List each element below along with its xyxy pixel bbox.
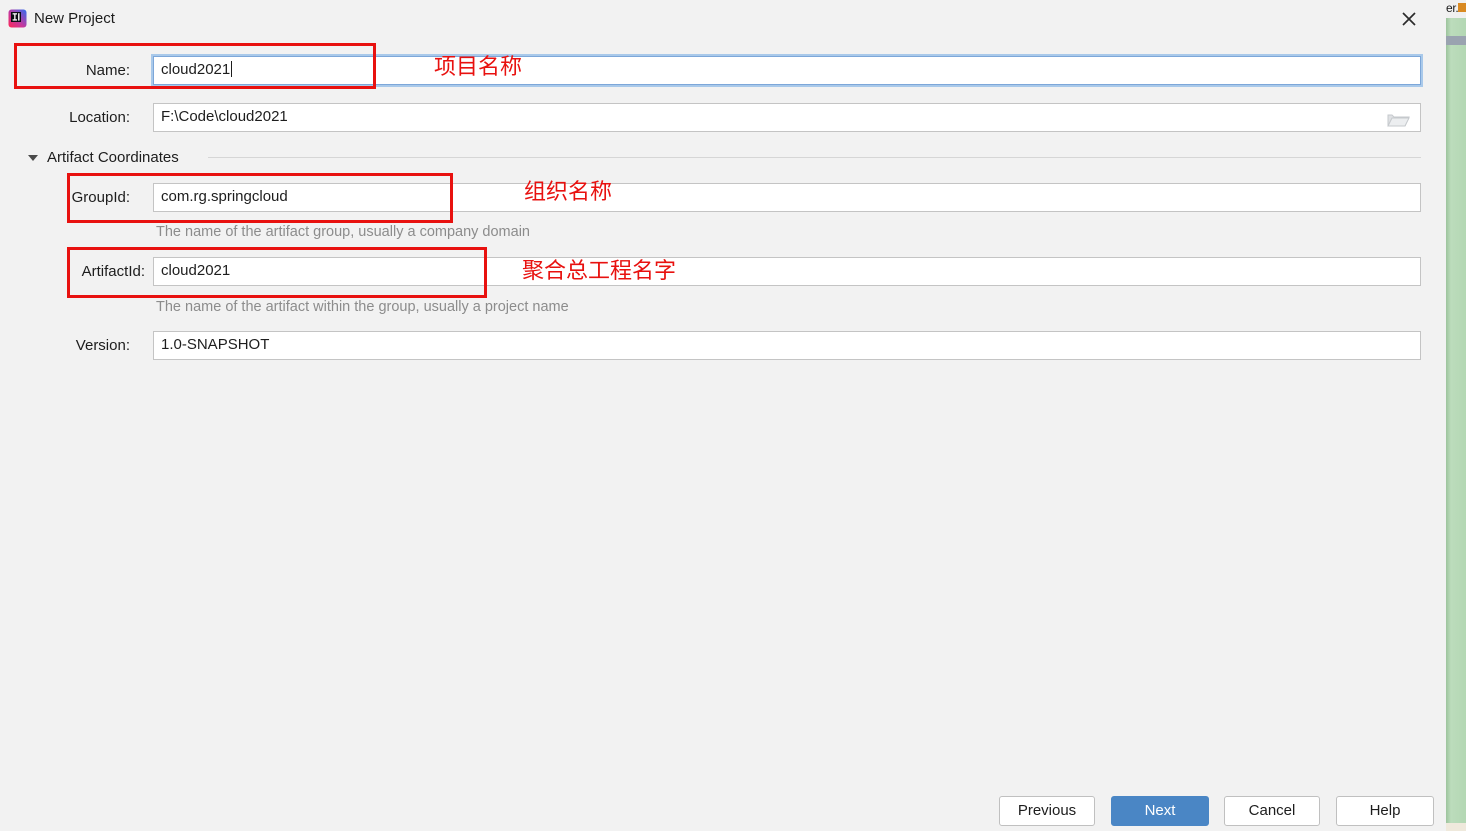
section-divider [208, 157, 1421, 158]
name-input[interactable]: cloud2021 [151, 54, 1423, 87]
name-input-value: cloud2021 [161, 61, 231, 78]
background-window-sliver: er. [1446, 0, 1466, 831]
location-input[interactable]: F:\Code\cloud2021 [153, 103, 1421, 132]
background-window-chip [1458, 3, 1466, 12]
artifactid-label: ArtifactId: [81, 263, 145, 280]
artifactid-input-value: cloud2021 [161, 262, 231, 279]
annotation-label-artifactid: 聚合总工程名字 [522, 259, 677, 284]
artifactid-hint-text: The name of the artifact within the grou… [156, 299, 569, 315]
version-input[interactable]: 1.0-SNAPSHOT [153, 331, 1421, 360]
dialog-title-bar: New Project [0, 0, 1446, 37]
annotation-label-groupid: 组织名称 [524, 180, 613, 205]
cancel-button[interactable]: Cancel [1224, 796, 1320, 826]
artifact-coordinates-title: Artifact Coordinates [47, 149, 179, 166]
artifactid-input[interactable]: cloud2021 [153, 257, 1421, 286]
chevron-down-icon[interactable] [28, 155, 38, 161]
close-icon[interactable] [1396, 6, 1422, 32]
version-input-value: 1.0-SNAPSHOT [161, 336, 270, 353]
help-button[interactable]: Help [1336, 796, 1434, 826]
groupid-input[interactable]: com.rg.springcloud [153, 183, 1421, 212]
folder-open-icon[interactable] [1387, 111, 1411, 128]
dialog-title: New Project [34, 10, 115, 27]
groupid-input-value: com.rg.springcloud [161, 188, 288, 205]
groupid-label: GroupId: [71, 189, 130, 206]
previous-button[interactable]: Previous [999, 796, 1095, 826]
version-label: Version: [75, 337, 130, 354]
intellij-idea-icon [8, 9, 27, 28]
location-input-value: F:\Code\cloud2021 [161, 108, 288, 125]
location-label: Location: [69, 109, 130, 126]
background-scrollbar-thumb[interactable] [1446, 36, 1466, 45]
name-label: Name: [85, 62, 130, 79]
background-window-bottom-strip [1446, 823, 1466, 831]
annotation-label-name: 项目名称 [434, 55, 523, 80]
text-caret [231, 61, 233, 77]
new-project-dialog: New Project Name: cloud2021 Location: F:… [0, 0, 1446, 831]
background-scrollbar-track[interactable] [1446, 18, 1466, 831]
groupid-hint-text: The name of the artifact group, usually … [156, 224, 530, 240]
background-window-text: er. [1446, 1, 1459, 15]
next-button[interactable]: Next [1111, 796, 1209, 826]
